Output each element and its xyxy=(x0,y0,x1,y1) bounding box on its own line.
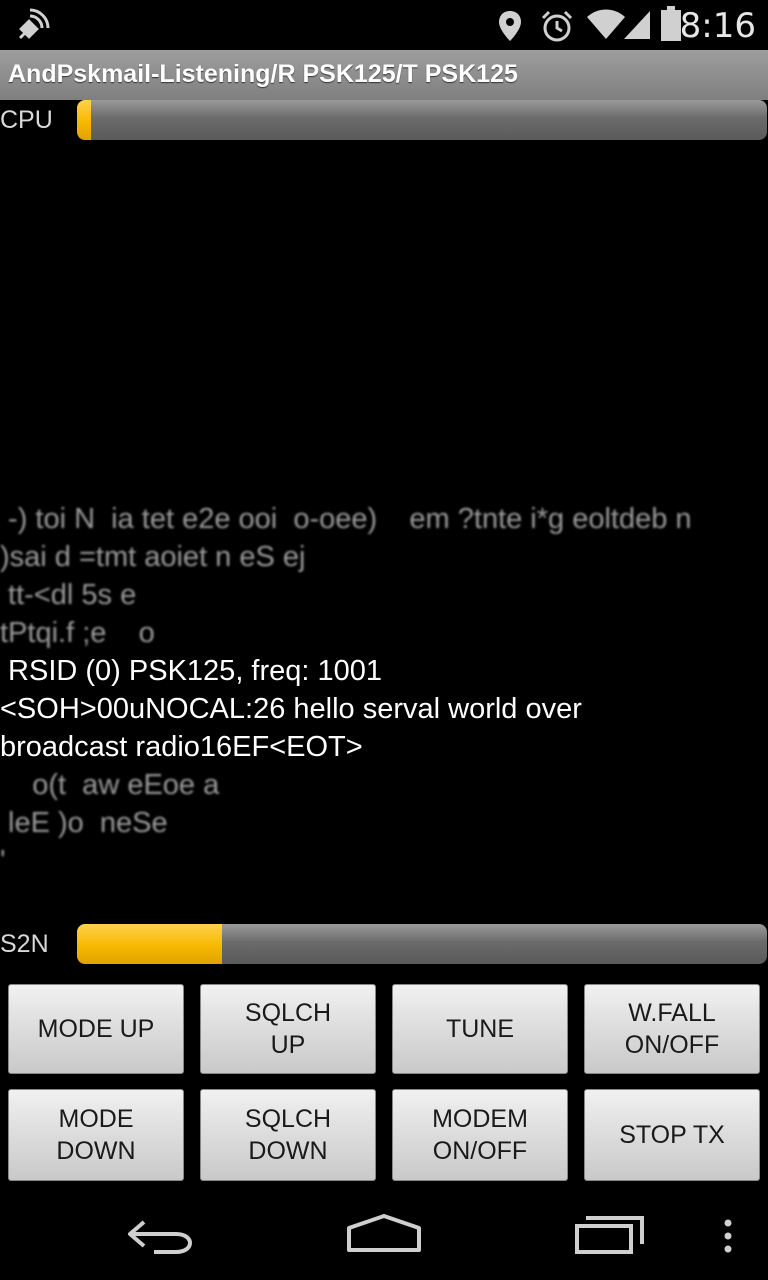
terminal-line: RSID (0) PSK125, freq: 1001 xyxy=(0,655,383,687)
satellite-signal-icon xyxy=(18,8,50,40)
mode-up-button[interactable]: MODE UP xyxy=(8,984,184,1074)
squelch-down-button[interactable]: SQLCH DOWN xyxy=(200,1089,376,1181)
status-bar: 8:16 xyxy=(0,0,768,50)
modem-toggle-button[interactable]: MODEM ON/OFF xyxy=(392,1089,568,1181)
squelch-up-button[interactable]: SQLCH UP xyxy=(200,984,376,1074)
app-title: AndPskmail-Listening/R PSK125/T PSK125 xyxy=(8,60,518,88)
terminal-line: o(t aw eEoe a xyxy=(0,769,220,801)
terminal-line: broadcast radio16EF<EOT> xyxy=(0,731,363,763)
terminal-line: <SOH>00uNOCAL:26 hello serval world over xyxy=(0,693,582,725)
overflow-menu-icon[interactable] xyxy=(722,1218,734,1258)
terminal-line: -) toi N ia tet e2e ooi o-oee) em ?tnte … xyxy=(0,503,692,535)
terminal-line: tPtqi.f ;e o xyxy=(0,617,155,649)
back-icon[interactable] xyxy=(124,1216,194,1256)
terminal-line: )sai d =tmt aoiet n eS ej xyxy=(0,541,306,573)
stop-tx-button[interactable]: STOP TX xyxy=(584,1089,760,1181)
cpu-meter xyxy=(77,100,767,140)
location-pin-icon xyxy=(499,11,521,41)
waterfall-toggle-button[interactable]: W.FALL ON/OFF xyxy=(584,984,760,1074)
s2n-meter xyxy=(77,924,767,964)
s2n-meter-fill xyxy=(77,924,222,964)
recents-icon[interactable] xyxy=(574,1214,646,1254)
mode-down-button[interactable]: MODE DOWN xyxy=(8,1089,184,1181)
home-icon[interactable] xyxy=(346,1214,422,1254)
terminal-output: -) toi N ia tet e2e ooi o-oee) em ?tnte … xyxy=(0,500,768,912)
navigation-bar xyxy=(0,1190,768,1280)
tune-button[interactable]: TUNE xyxy=(392,984,568,1074)
terminal-line: ' xyxy=(0,845,6,877)
cell-signal-icon xyxy=(624,11,650,39)
terminal-line: tt-<dl 5s e xyxy=(0,579,137,611)
alarm-clock-icon xyxy=(541,10,573,42)
s2n-label: S2N xyxy=(0,930,49,958)
cpu-meter-fill xyxy=(77,100,91,140)
status-time: 8:16 xyxy=(679,6,756,46)
app-title-bar: AndPskmail-Listening/R PSK125/T PSK125 xyxy=(0,50,768,100)
terminal-line: leE )o neSe xyxy=(0,807,168,839)
wifi-icon xyxy=(587,9,625,39)
cpu-label: CPU xyxy=(0,106,53,134)
